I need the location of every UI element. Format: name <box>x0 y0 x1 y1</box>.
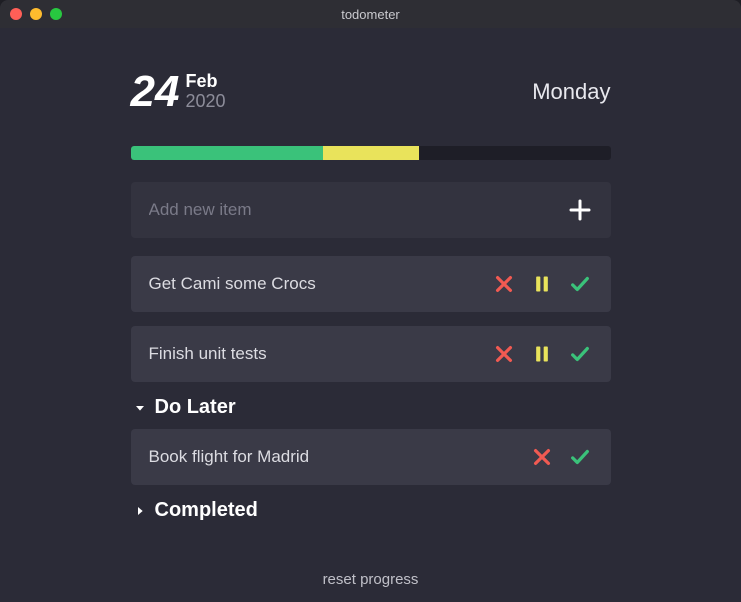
list-item: Get Cami some Crocs <box>131 256 611 312</box>
pause-icon <box>532 343 552 365</box>
date-month: Feb <box>185 72 225 92</box>
add-item-button[interactable] <box>567 197 593 223</box>
complete-button[interactable] <box>567 341 593 367</box>
check-icon <box>567 273 593 295</box>
window-title: todometer <box>0 7 741 22</box>
x-icon <box>493 343 515 365</box>
date-header: 24 Feb 2020 Monday <box>131 70 611 114</box>
chevron-down-icon <box>131 399 149 417</box>
progress-later-segment <box>323 146 419 160</box>
list-item: Book flight for Madrid <box>131 429 611 485</box>
pause-button[interactable] <box>529 271 555 297</box>
date-day: 24 <box>131 70 180 114</box>
check-icon <box>567 343 593 365</box>
progress-completed-segment <box>131 146 323 160</box>
add-item-row <box>131 182 611 238</box>
date-left: 24 Feb 2020 <box>131 70 226 114</box>
x-icon <box>531 446 553 468</box>
do-later-label: Do Later <box>155 396 236 419</box>
date-weekday: Monday <box>532 79 610 105</box>
plus-icon <box>568 198 592 222</box>
list-item: Finish unit tests <box>131 326 611 382</box>
delete-button[interactable] <box>529 444 555 470</box>
completed-header[interactable]: Completed <box>131 499 611 522</box>
delete-button[interactable] <box>491 271 517 297</box>
app-body: 24 Feb 2020 Monday Get Cami some Crocs <box>0 28 741 602</box>
pause-icon <box>532 273 552 295</box>
item-text: Get Cami some Crocs <box>149 274 491 294</box>
window-titlebar: todometer <box>0 0 741 28</box>
date-year: 2020 <box>185 92 225 112</box>
complete-button[interactable] <box>567 271 593 297</box>
item-text: Finish unit tests <box>149 344 491 364</box>
chevron-right-icon <box>131 502 149 520</box>
do-later-header[interactable]: Do Later <box>131 396 611 419</box>
complete-button[interactable] <box>567 444 593 470</box>
check-icon <box>567 446 593 468</box>
item-text: Book flight for Madrid <box>149 447 529 467</box>
completed-label: Completed <box>155 499 258 522</box>
pause-button[interactable] <box>529 341 555 367</box>
add-item-input[interactable] <box>149 200 567 220</box>
progress-bar <box>131 146 611 160</box>
delete-button[interactable] <box>491 341 517 367</box>
x-icon <box>493 273 515 295</box>
reset-progress-link[interactable]: reset progress <box>0 571 741 588</box>
